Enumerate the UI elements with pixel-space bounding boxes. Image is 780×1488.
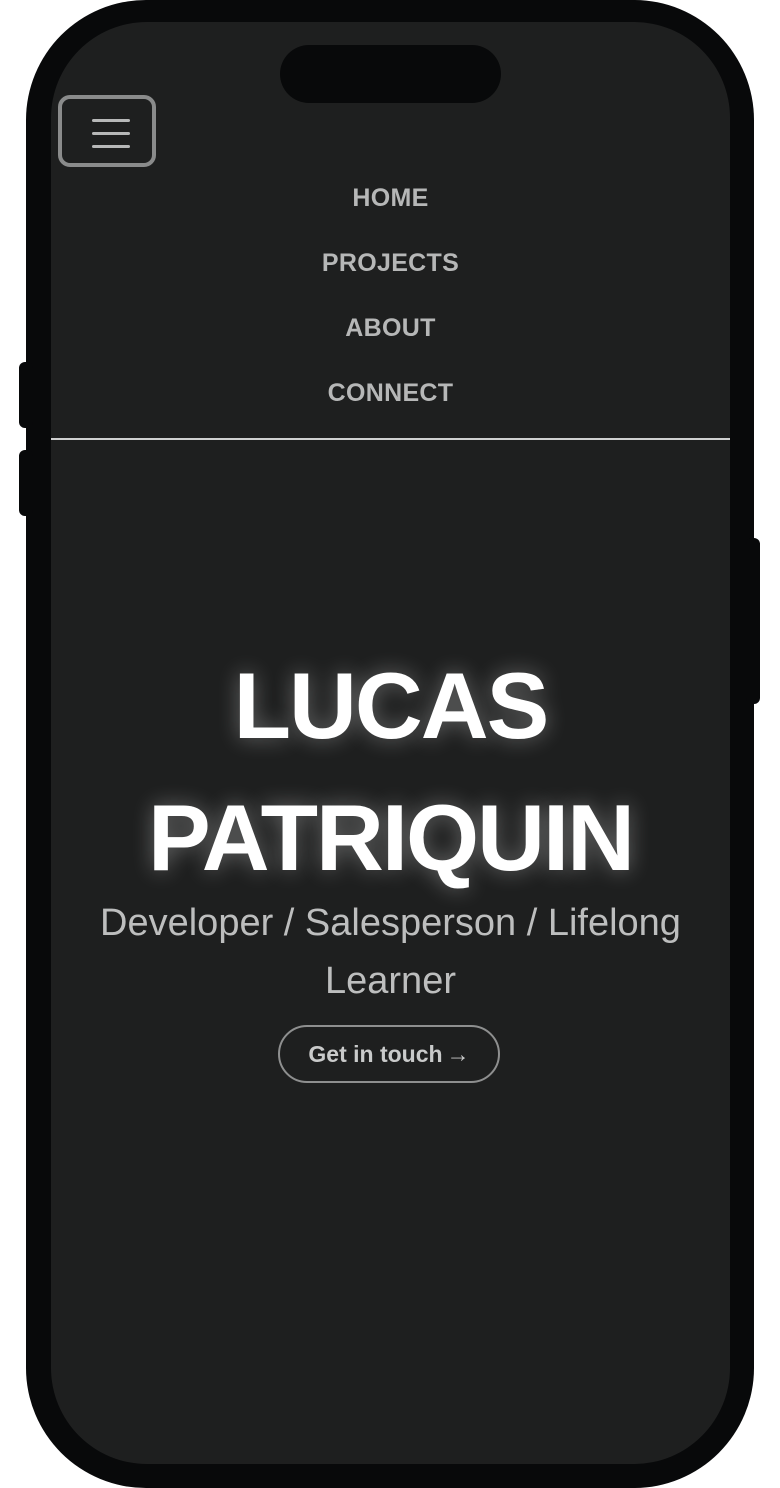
nav-item-about[interactable]: ABOUT [51, 308, 730, 373]
nav-item-connect[interactable]: CONNECT [51, 373, 730, 438]
nav-item-label[interactable]: HOME [352, 184, 428, 212]
arrow-right-icon: → [446, 1041, 470, 1067]
dynamic-island [280, 45, 501, 103]
hero-name-last: PATRIQUIN [147, 785, 635, 890]
nav-item-label[interactable]: ABOUT [345, 314, 435, 342]
get-in-touch-button[interactable]: Get in touch → [278, 1025, 500, 1083]
nav-item-label[interactable]: PROJECTS [322, 249, 459, 277]
hero-tagline: Developer / Salesperson / Lifelong Learn… [100, 902, 681, 1002]
nav-item-label[interactable]: CONNECT [328, 379, 454, 407]
nav-divider [51, 438, 730, 440]
nav-item-home[interactable]: HOME [51, 178, 730, 243]
hero-name-first: LUCAS [233, 653, 550, 758]
nav-menu: HOME PROJECTS ABOUT CONNECT [51, 178, 730, 438]
power-button [746, 538, 760, 704]
menu-toggle-button[interactable] [58, 95, 156, 167]
nav-item-projects[interactable]: PROJECTS [51, 243, 730, 308]
phone-screen: HOME PROJECTS ABOUT CONNECT LUCAS PATRIQ… [51, 22, 730, 1464]
volume-up-button [19, 362, 33, 428]
hero-name: LUCAS PATRIQUIN [51, 640, 730, 904]
volume-down-button [19, 450, 33, 516]
cta-label: Get in touch [308, 1041, 443, 1067]
